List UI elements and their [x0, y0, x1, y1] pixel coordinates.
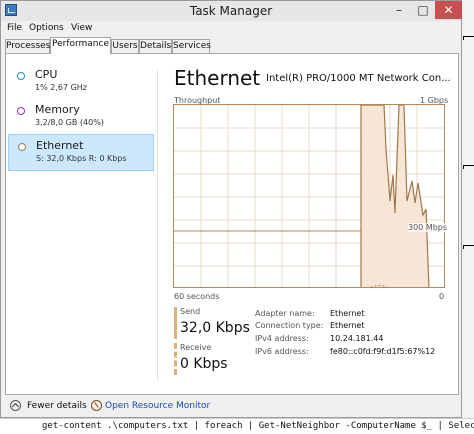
- sidebar-item-label: Ethernet: [36, 139, 84, 152]
- time-axis-left: 60 seconds: [174, 292, 220, 301]
- sidebar-item-cpu[interactable]: CPU 1% 2,67 GHz: [8, 64, 154, 101]
- ipv6-value: fe80::c0fd:f9f:d1f5:67%12: [330, 347, 436, 356]
- fewer-details-link[interactable]: Fewer details: [27, 401, 87, 411]
- sidebar-item-label: CPU: [35, 68, 58, 81]
- maximize-button[interactable]: □: [411, 1, 435, 19]
- background-window-mark: [463, 165, 474, 169]
- receive-stat: Receive 0 Kbps: [174, 343, 250, 375]
- cpu-indicator-icon: [17, 72, 25, 80]
- resource-sidebar: CPU 1% 2,67 GHz Memory 3,2/8,0 GB (40%) …: [6, 54, 156, 394]
- background-window-edge: [461, 0, 474, 418]
- chevron-up-icon[interactable]: [10, 400, 21, 411]
- sidebar-item-detail: S: 32,0 Kbps R: 0 Kbps: [36, 154, 127, 163]
- adapter-model: Intel(R) PRO/1000 MT Network Con...: [266, 73, 451, 84]
- ethernet-indicator-icon: [18, 143, 26, 151]
- terminal-command-text: get-content .\computers.txt | foreach | …: [42, 421, 474, 431]
- sidebar-item-label: Memory: [35, 103, 80, 116]
- adapter-name-label: Adapter name:: [255, 309, 315, 318]
- sidebar-item-detail: 3,2/8,0 GB (40%): [35, 118, 104, 127]
- receive-value: 0 Kbps: [180, 356, 228, 372]
- send-stat: Send 32,0 Kbps: [174, 307, 250, 339]
- connection-type-value: Ethernet: [330, 321, 365, 330]
- throughput-graph: [173, 104, 445, 288]
- send-value: 32,0 Kbps: [180, 320, 250, 336]
- sidebar-item-detail: 1% 2,67 GHz: [35, 83, 88, 92]
- menu-options[interactable]: Options: [29, 23, 64, 33]
- tab-performance[interactable]: Performance: [50, 37, 111, 54]
- background-terminal-line: get-content .\computers.txt | foreach | …: [0, 418, 474, 434]
- sidebar-item-memory[interactable]: Memory 3,2/8,0 GB (40%): [8, 99, 154, 136]
- close-button[interactable]: ✕: [435, 1, 462, 19]
- graph-canvas: [174, 105, 444, 287]
- page-title: Ethernet: [174, 66, 261, 90]
- minimize-button[interactable]: –: [387, 1, 411, 19]
- background-window-mark: [463, 36, 474, 40]
- tab-strip: Processes Performance Users Details Serv…: [5, 37, 461, 54]
- tab-users[interactable]: Users: [111, 39, 139, 53]
- sidebar-item-ethernet[interactable]: Ethernet S: 32,0 Kbps R: 0 Kbps: [8, 134, 154, 171]
- tab-details[interactable]: Details: [139, 39, 172, 53]
- receive-label: Receive: [180, 343, 212, 352]
- send-label: Send: [180, 307, 201, 316]
- memory-indicator-icon: [17, 107, 25, 115]
- connection-type-label: Connection type:: [255, 321, 324, 330]
- menu-bar: File Options View: [1, 22, 461, 36]
- tab-processes[interactable]: Processes: [5, 39, 50, 53]
- reference-label: 300 Mbps: [408, 223, 448, 232]
- menu-view[interactable]: View: [71, 23, 92, 33]
- open-resource-monitor-link[interactable]: Open Resource Monitor: [105, 401, 210, 411]
- ipv4-label: IPv4 address:: [255, 334, 309, 343]
- ipv6-label: IPv6 address:: [255, 347, 309, 356]
- resource-monitor-icon[interactable]: [91, 400, 102, 411]
- ipv4-value: 10.24.181.44: [330, 334, 384, 343]
- title-bar[interactable]: Task Manager – □ ✕: [1, 1, 462, 21]
- task-manager-window: Task Manager – □ ✕ File Options View Pro…: [0, 0, 462, 418]
- menu-file[interactable]: File: [7, 23, 22, 33]
- background-window-mark: [463, 245, 474, 249]
- time-axis-right: 0: [439, 292, 445, 301]
- tab-services[interactable]: Services: [172, 39, 211, 53]
- adapter-name-value: Ethernet: [330, 309, 365, 318]
